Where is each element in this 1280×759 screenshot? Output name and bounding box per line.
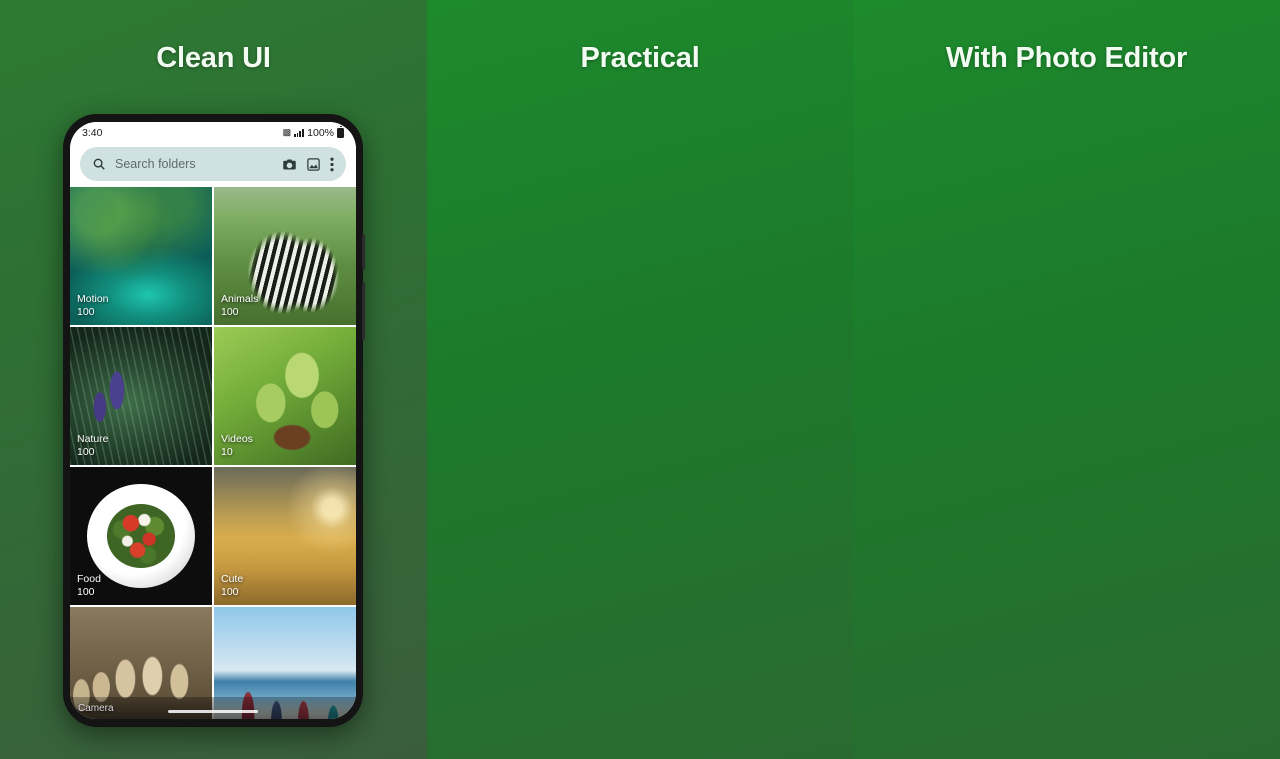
folder-name: Food bbox=[77, 572, 101, 585]
overflow-menu-icon[interactable] bbox=[330, 157, 334, 172]
panel-clean-ui: Clean UI 3:40 ▩ 100% Search folders Moti… bbox=[0, 0, 427, 759]
signal-icon bbox=[294, 129, 304, 137]
bottom-folder-bar: Camera bbox=[70, 697, 356, 719]
nav-gesture-pill bbox=[168, 709, 258, 713]
folder-count: 100 bbox=[77, 305, 95, 318]
status-bar-1: 3:40 ▩ 100% bbox=[70, 122, 356, 143]
battery-percent: 100% bbox=[307, 126, 334, 139]
folder-item[interactable]: Food 100 bbox=[70, 467, 212, 605]
panel-2-heading: Practical bbox=[580, 42, 700, 74]
folder-count: 100 bbox=[221, 585, 239, 598]
folder-item[interactable]: Animals 100 bbox=[214, 187, 356, 325]
gallery-icon[interactable] bbox=[306, 157, 321, 172]
folder-count: 100 bbox=[77, 585, 95, 598]
folder-name: Nature bbox=[77, 432, 109, 445]
status-time: 3:40 bbox=[82, 126, 103, 139]
nfc-icon: ▩ bbox=[282, 127, 292, 137]
panel-3-heading: With Photo Editor bbox=[945, 42, 1188, 74]
folder-name: Animals bbox=[221, 292, 259, 305]
folder-count: 10 bbox=[221, 445, 233, 458]
folder-count: 100 bbox=[77, 445, 95, 458]
folder-count: 100 bbox=[221, 305, 239, 318]
battery-icon bbox=[337, 125, 344, 138]
panel-practical: Practical 3:20 ⏰ ◎ ▥ ▩ 100% bbox=[427, 0, 853, 759]
panel-1-heading: Clean UI bbox=[156, 42, 271, 74]
folder-name: Videos bbox=[221, 432, 253, 445]
folder-item[interactable]: Videos 10 bbox=[214, 327, 356, 465]
screenshot-stage: Clean UI 3:40 ▩ 100% Search folders Moti… bbox=[0, 0, 1280, 759]
folder-item[interactable]: Nature 100 bbox=[70, 327, 212, 465]
search-input[interactable]: Search folders bbox=[80, 147, 346, 181]
camera-icon[interactable] bbox=[282, 157, 297, 172]
search-placeholder: Search folders bbox=[115, 157, 196, 171]
folder-item[interactable]: Cute 100 bbox=[214, 467, 356, 605]
panel-photo-editor: With Photo Editor 12:31 100% bbox=[853, 0, 1280, 759]
folder-grid: Motion 100 Animals 100 Nature 100 Videos 10 bbox=[70, 187, 356, 719]
folder-name: Cute bbox=[221, 572, 244, 585]
folder-item[interactable]: Motion 100 bbox=[70, 187, 212, 325]
bottom-folder-label: Camera bbox=[78, 702, 114, 714]
phone-mockup-1: 3:40 ▩ 100% Search folders Motion 100 An… bbox=[63, 114, 365, 727]
search-icon bbox=[92, 157, 106, 171]
folder-name: Motion bbox=[77, 292, 109, 305]
